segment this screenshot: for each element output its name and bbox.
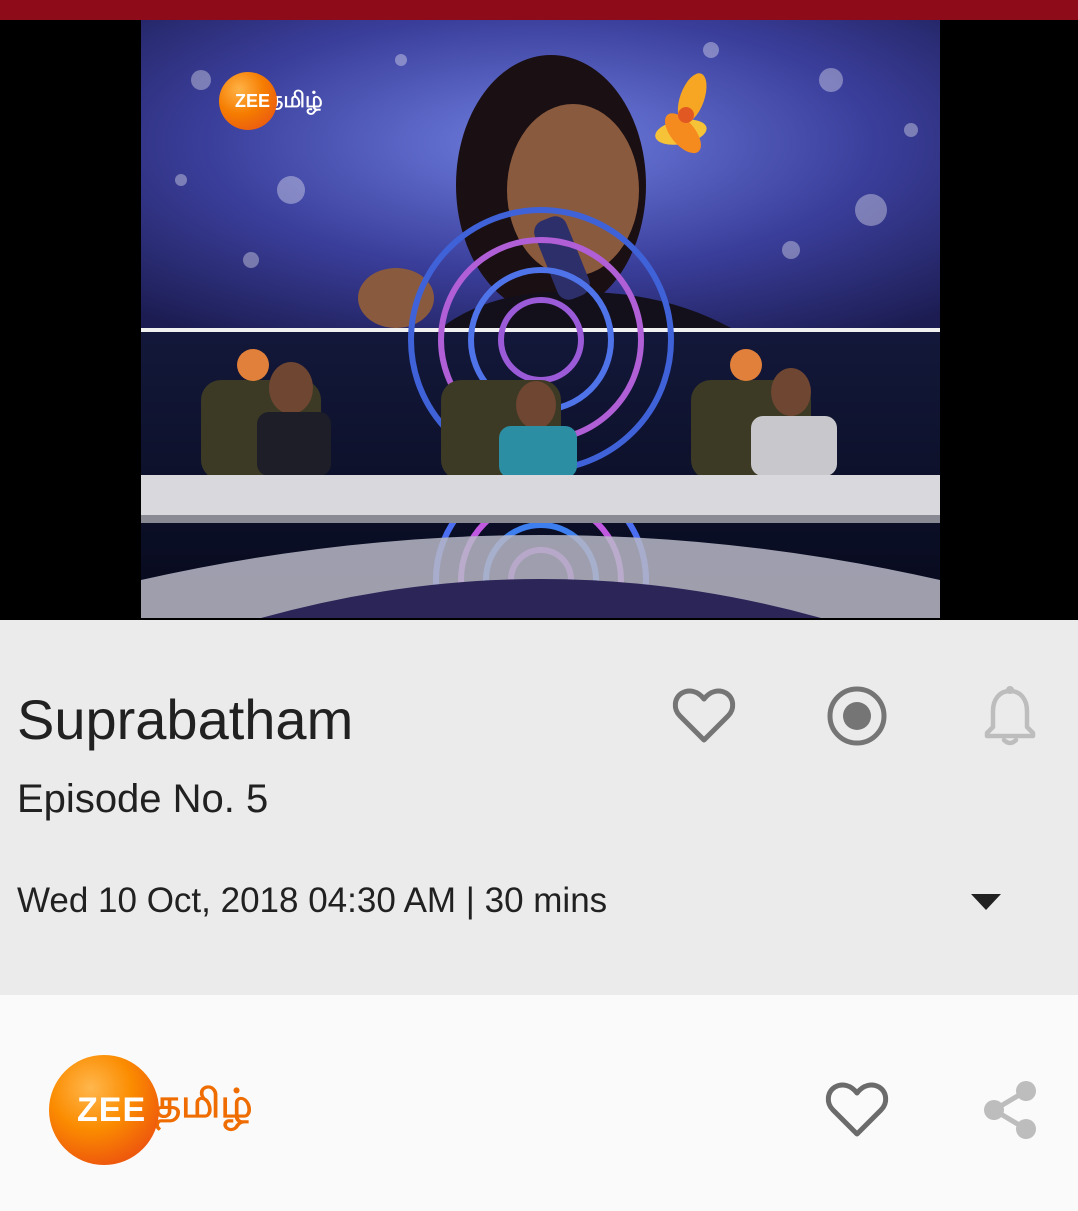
logo-zee-text: ZEE [77, 1091, 147, 1129]
program-info-panel: Suprabatham Episode No. 5 Wed 10 Oct, 20… [0, 620, 1078, 995]
record-icon [827, 686, 887, 746]
logo-circle: ZEE [49, 1055, 159, 1165]
watermark-circle: ZEE [219, 72, 277, 130]
caret-down-icon [971, 894, 1001, 910]
share-button[interactable] [977, 1077, 1043, 1143]
watermark-tamil-text: தமிழ் [269, 86, 323, 112]
reminder-button[interactable] [977, 683, 1043, 749]
program-title: Suprabatham [17, 688, 354, 751]
heart-outline-icon [825, 1082, 889, 1137]
bell-icon [984, 686, 1036, 746]
favorite-button[interactable] [671, 683, 737, 749]
watermark-zee-text: ZEE [235, 91, 271, 111]
status-bar [0, 0, 1078, 20]
channel-watermark: ZEE தமிழ் [219, 72, 323, 130]
video-frame[interactable]: ZEE தமிழ் [141, 20, 940, 618]
heart-outline-icon [672, 688, 736, 743]
channel-bar: ZEE தமிழ் [0, 995, 1078, 1211]
episode-number: Episode No. 5 [17, 777, 269, 821]
logo-tamil-text: தமிழ் [155, 1082, 253, 1126]
expand-details-button[interactable] [956, 880, 1016, 924]
channel-logo[interactable]: ZEE தமிழ் [49, 1054, 253, 1166]
share-icon [984, 1081, 1036, 1139]
channel-favorite-button[interactable] [824, 1077, 890, 1143]
record-button[interactable] [824, 683, 890, 749]
video-player[interactable]: ZEE தமிழ் [0, 20, 1078, 620]
schedule-text: Wed 10 Oct, 2018 04:30 AM | 30 mins [17, 881, 608, 920]
